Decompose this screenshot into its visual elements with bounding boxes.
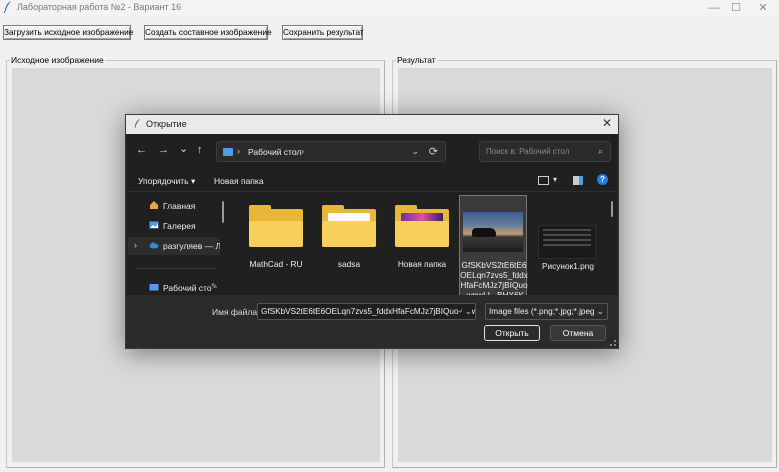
search-placeholder: Поиск в: Рабочий стол: [486, 147, 570, 156]
chevron-down-icon[interactable]: ⌄: [594, 306, 604, 317]
chevron-down-icon[interactable]: ⌄: [179, 142, 188, 155]
close-button[interactable]: ✕: [748, 0, 778, 15]
navigation-scrollbar[interactable]: [222, 201, 224, 223]
filename-value[interactable]: GfSKbVS2tE6tE6OELqn7zvs5_fddxHfaFcMJz7jB…: [261, 307, 475, 316]
file-label: MathCad - RU: [249, 259, 303, 269]
chevron-right-icon[interactable]: ›: [134, 240, 137, 250]
refresh-icon[interactable]: ⟳: [429, 145, 438, 158]
result-frame-label: Результат: [396, 55, 437, 65]
dialog-footer: Имя файла: GfSKbVS2tE6tE6OELqn7zvs5_fddx…: [126, 295, 618, 348]
filename-label: Имя файла:: [212, 307, 260, 317]
sidebar-item-gallery[interactable]: Галерея: [128, 217, 220, 235]
sidebar-item-home[interactable]: Главная: [128, 197, 220, 215]
organize-menu[interactable]: Упорядочить ▾: [138, 176, 195, 187]
chevron-down-icon[interactable]: ▾: [553, 175, 557, 184]
address-path[interactable]: Рабочий стол: [248, 147, 301, 157]
home-icon: [150, 201, 158, 209]
sidebar-item-label: Галерея: [163, 221, 196, 231]
load-image-button[interactable]: Загрузить исходное изображение: [3, 25, 133, 40]
folder-icon: [395, 205, 449, 247]
sidebar-item-onedrive[interactable]: › разгуляев — Ли: [128, 237, 220, 255]
open-file-dialog: Открытие ✕ ← → ⌄ ↑ › Рабочий стол › ⌄ ⟳ …: [125, 114, 619, 349]
help-icon[interactable]: ?: [597, 174, 608, 185]
dialog-title: Открытие: [146, 119, 187, 129]
pin-icon: ✎: [211, 282, 218, 291]
cancel-button[interactable]: Отмена: [550, 325, 606, 341]
filename-input[interactable]: GfSKbVS2tE6tE6OELqn7zvs5_fddxHfaFcMJz7jB…: [257, 303, 476, 320]
resize-grip[interactable]: [610, 340, 616, 346]
search-input[interactable]: Поиск в: Рабочий стол ⌕: [479, 141, 611, 162]
desktop-icon: [149, 284, 159, 291]
navigation-pane: Главная Галерея › разгуляев — Ли Рабочий…: [128, 193, 220, 295]
feather-icon: [134, 118, 141, 128]
chevron-right-icon: ›: [301, 146, 304, 156]
dialog-close-button[interactable]: ✕: [602, 116, 612, 130]
divider: [128, 191, 618, 192]
file-list-scrollbar[interactable]: [611, 201, 613, 217]
filetype-select[interactable]: Image files (*.png;*.jpg;*.jpeg;* ⌄: [485, 303, 608, 320]
image-thumbnail: [538, 225, 596, 259]
file-label: sadsa: [337, 259, 361, 269]
folder-icon: [322, 205, 376, 247]
sidebar-item-label: Рабочий сто: [163, 283, 212, 293]
file-item[interactable]: Рисунок1.png: [534, 197, 602, 297]
chevron-down-icon[interactable]: ⌄: [462, 306, 472, 317]
file-label: GfSKbVS2tE6tE6OELqn7zvs5_fddxHfaFcMJz7jB…: [460, 260, 528, 296]
source-frame-label: Исходное изображение: [10, 55, 105, 65]
chevron-right-icon: ›: [237, 146, 240, 156]
forward-arrow-icon[interactable]: →: [158, 144, 169, 156]
save-result-button[interactable]: Сохранить результат: [282, 25, 364, 40]
image-thumbnail-detail: [472, 228, 496, 237]
file-item-selected[interactable]: GfSKbVS2tE6tE6OELqn7zvs5_fddxHfaFcMJz7jB…: [459, 195, 528, 297]
view-mode-icon[interactable]: [538, 176, 549, 185]
desktop-icon: [223, 148, 233, 156]
file-item[interactable]: MathCad - RU: [242, 197, 310, 297]
search-icon[interactable]: ⌕: [598, 146, 603, 157]
back-arrow-icon[interactable]: ←: [136, 144, 147, 156]
sidebar-item-label: разгуляев — Ли: [163, 241, 220, 251]
file-label: Новая папка: [397, 259, 447, 269]
file-item[interactable]: sadsa: [315, 197, 383, 297]
cloud-icon: [149, 242, 159, 249]
gallery-icon: [149, 221, 159, 229]
address-bar[interactable]: › Рабочий стол › ⌄ ⟳: [216, 141, 446, 162]
up-arrow-icon[interactable]: ↑: [197, 144, 203, 156]
chevron-down-icon[interactable]: ⌄: [411, 146, 419, 157]
create-composite-button[interactable]: Создать составное изображение: [144, 25, 272, 40]
open-button[interactable]: Открыть: [484, 325, 540, 341]
file-label: Рисунок1.png: [541, 261, 595, 271]
new-folder-button[interactable]: Новая папка: [214, 176, 264, 186]
preview-pane-icon[interactable]: [573, 176, 583, 185]
filetype-value: Image files (*.png;*.jpg;*.jpeg;*: [489, 307, 601, 316]
window-title: Лабораторная работа №2 - Вариант 16: [17, 2, 182, 12]
dialog-title-bar: Открытие ✕: [126, 115, 618, 134]
file-item[interactable]: Новая папка: [388, 197, 456, 297]
title-bar: Лабораторная работа №2 - Вариант 16 — ☐ …: [0, 0, 779, 16]
sidebar-item-label: Главная: [163, 201, 196, 211]
feather-icon: [3, 1, 11, 13]
divider: [136, 268, 216, 269]
folder-icon: [249, 205, 303, 247]
